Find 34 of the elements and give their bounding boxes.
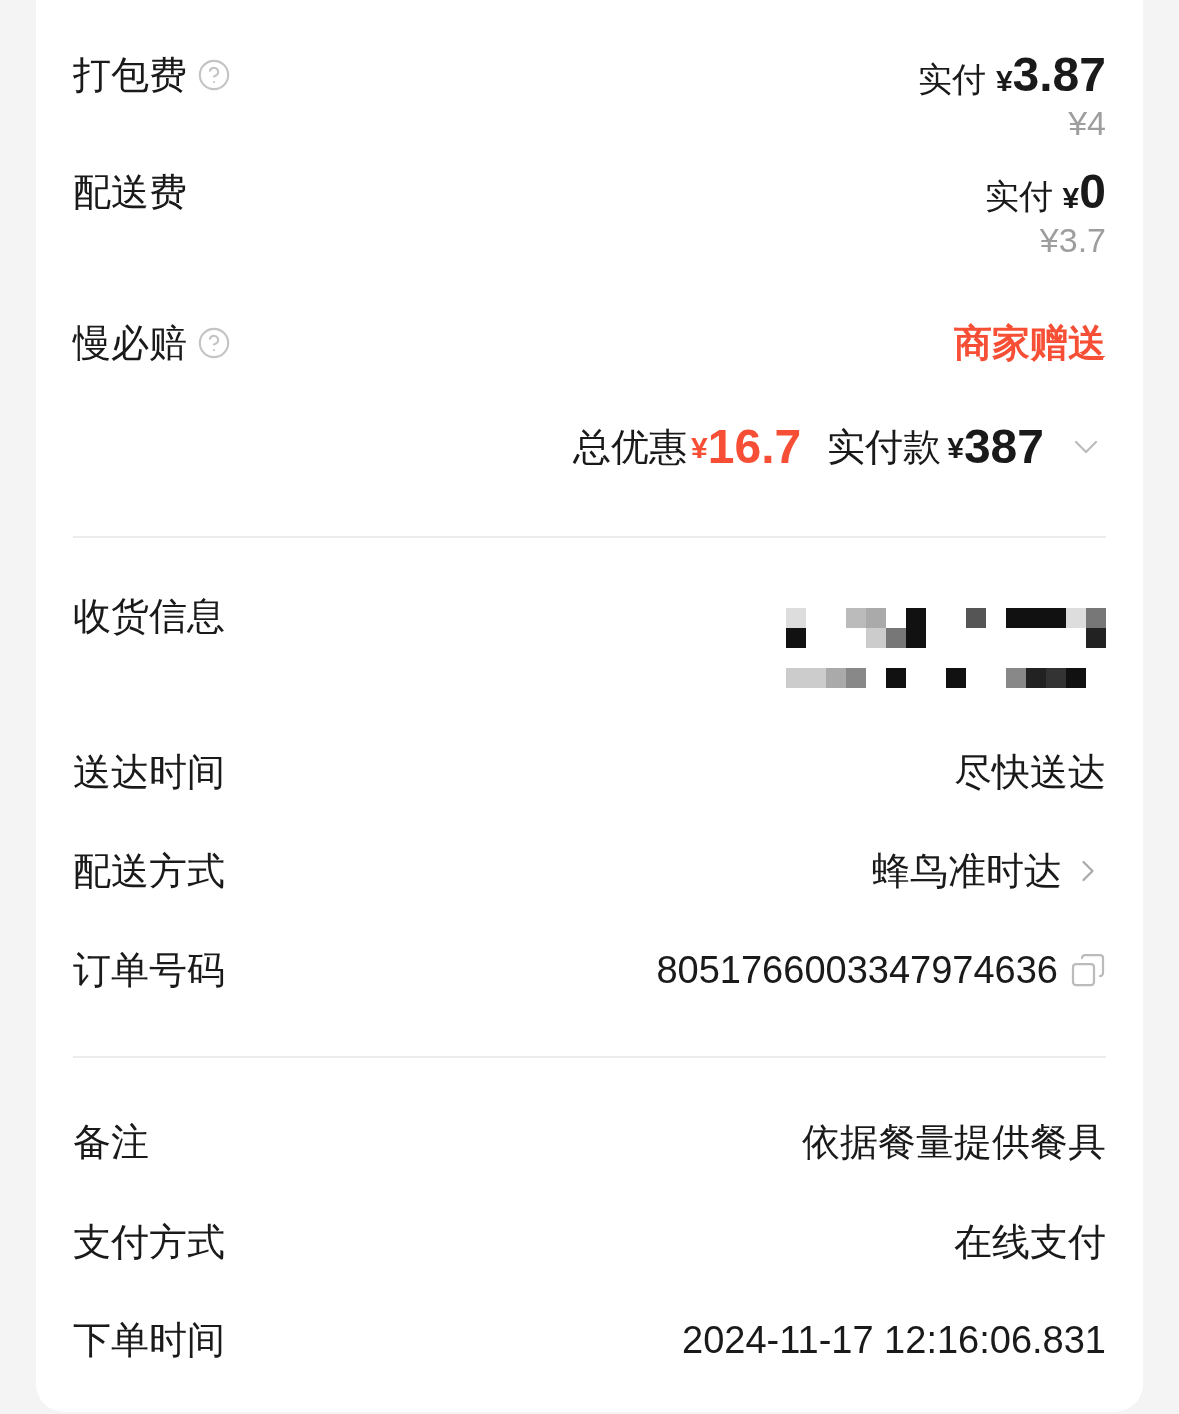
- row-label: 配送费: [73, 170, 187, 215]
- total-currency: ¥: [947, 430, 964, 466]
- original-price: ¥3.7: [1039, 220, 1106, 260]
- currency-sign: ¥: [1062, 181, 1080, 216]
- total-amount: 387: [963, 419, 1044, 475]
- row-value: 尽快送达: [954, 750, 1106, 795]
- paid-label: 实付: [984, 176, 1053, 217]
- help-icon[interactable]: [197, 326, 231, 360]
- copy-icon[interactable]: [1070, 952, 1106, 988]
- row-label: 打包费: [73, 53, 187, 98]
- row-label: 送达时间: [73, 750, 225, 795]
- currency-sign: ¥: [995, 64, 1013, 99]
- paid-amount: 0: [1079, 169, 1106, 215]
- row-value: 2024-11-17 12:16:06.831: [682, 1318, 1106, 1363]
- row-label: 配送方式: [73, 849, 225, 894]
- discount-label: 总优惠: [573, 424, 688, 470]
- gift-status: 商家赠送: [954, 321, 1106, 366]
- row-label: 订单号码: [73, 948, 225, 993]
- total-paid-label: 实付款: [827, 424, 942, 470]
- row-value: 在线支付: [954, 1220, 1106, 1265]
- row-value: 依据餐量提供餐具: [802, 1120, 1106, 1165]
- row-label: 收货信息: [73, 594, 225, 639]
- row-label: 慢必赔: [73, 321, 187, 366]
- row-label: 支付方式: [73, 1220, 225, 1265]
- order-number: 8051766003347974636: [656, 948, 1058, 993]
- delivery-method-link[interactable]: 蜂鸟准时达: [872, 848, 1106, 894]
- discount-currency: ¥: [691, 430, 708, 466]
- discount-amount: 16.7: [707, 419, 802, 475]
- paid-amount: 3.87: [1012, 52, 1106, 98]
- help-icon[interactable]: [197, 58, 231, 92]
- row-label: 下单时间: [73, 1318, 225, 1363]
- original-price: ¥4: [1068, 103, 1106, 143]
- row-label: 备注: [73, 1120, 149, 1165]
- paid-label: 实付: [917, 59, 986, 100]
